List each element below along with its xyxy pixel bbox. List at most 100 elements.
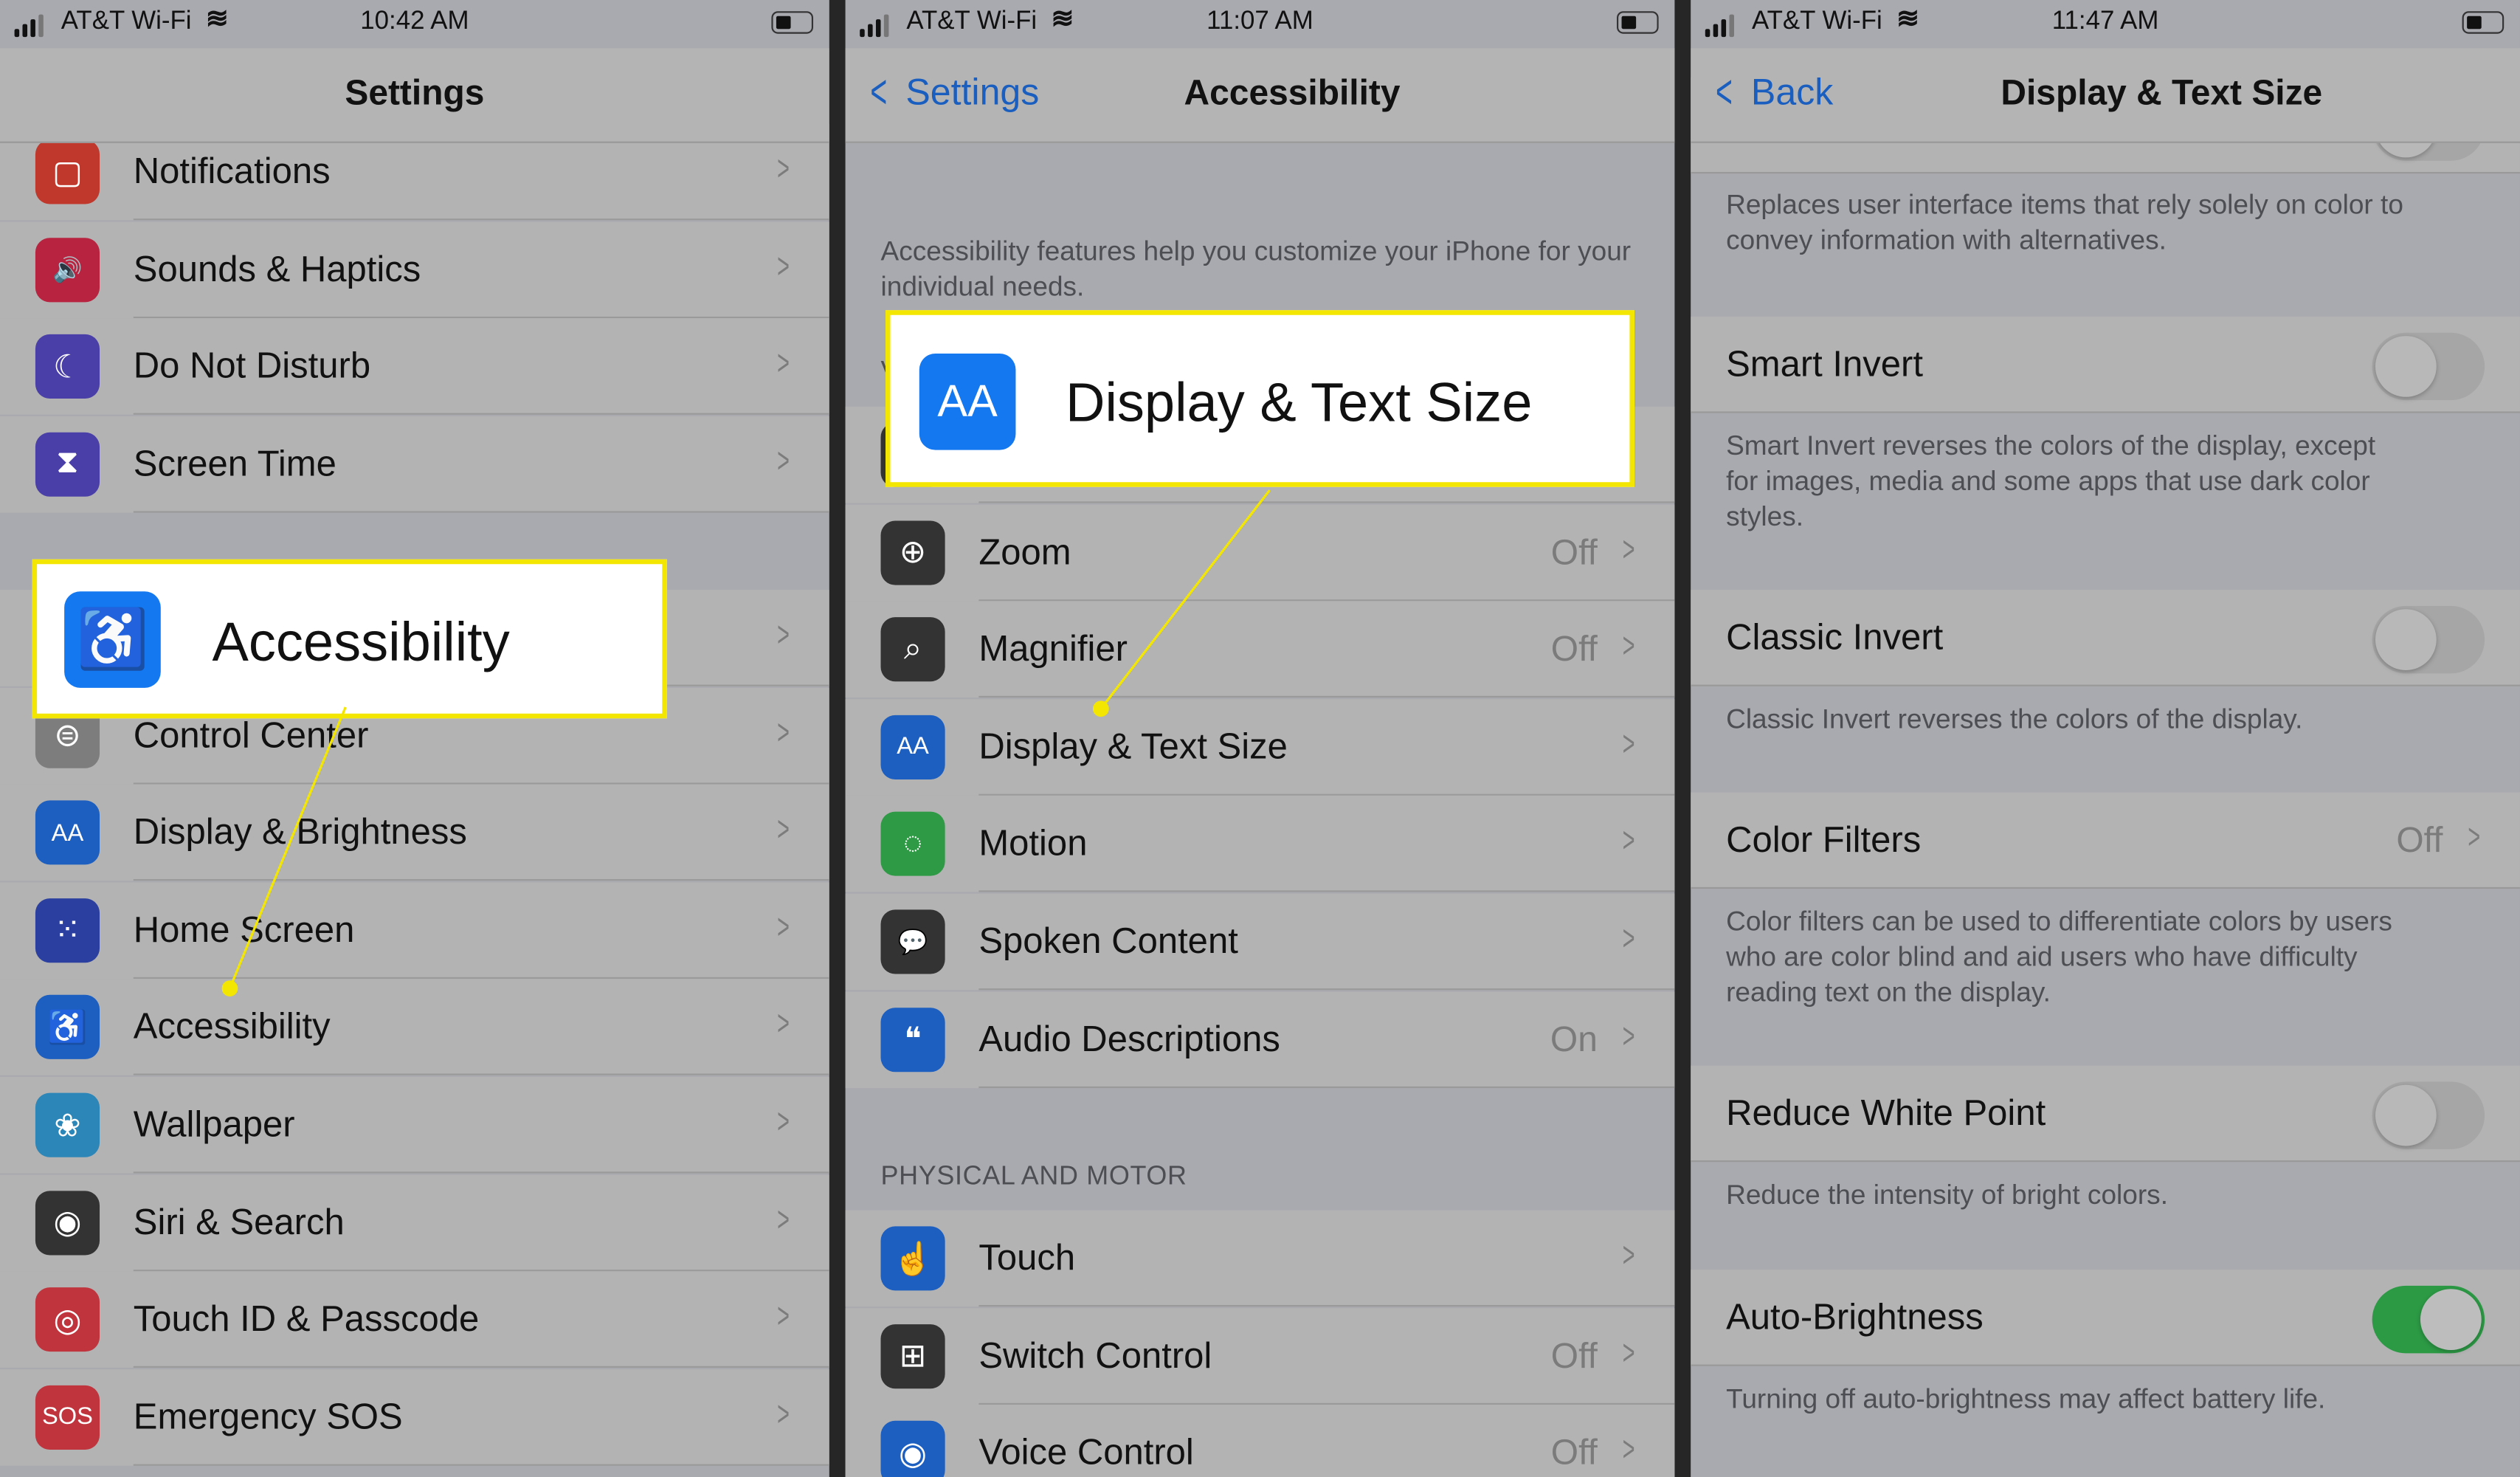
row-separator [1691, 1160, 2520, 1163]
accessibility-icon: ♿ [35, 995, 100, 1060]
chevron-right-icon: > [1623, 1015, 1635, 1056]
accessibility-row-switch-control[interactable]: ⊞ Switch Control Off > [845, 1307, 1675, 1405]
row-label: Zoom [978, 531, 1071, 572]
row-label: Audio Descriptions [978, 1018, 1280, 1059]
row-separator [1691, 1364, 2520, 1366]
settings-row-accessibility[interactable]: ♿ Accessibility > [0, 979, 829, 1076]
chevron-right-icon: > [1623, 528, 1635, 568]
row-label: Emergency SOS [133, 1396, 403, 1437]
sos-icon: SOS [35, 1385, 100, 1450]
row-label: Touch ID & Passcode [133, 1298, 480, 1340]
navigation-bar: < Back Display & Text Size [1691, 48, 2520, 143]
settings-row-do-not-disturb[interactable]: ☾ Do Not Disturb > [0, 318, 829, 416]
row-separator [978, 501, 1675, 503]
row-label: Do Not Disturb [133, 345, 371, 386]
row-label: Spoken Content [978, 920, 1238, 962]
display-text-size-screen: AT&T Wi-Fi︎≋ 11:47 AM Replaces user interf… [1691, 0, 2520, 1477]
row-separator [1691, 171, 2520, 174]
moon-icon: ☾ [35, 334, 100, 399]
settings-row-display-brightness[interactable]: AA Display & Brightness > [0, 784, 829, 881]
row-separator [978, 1305, 1675, 1307]
accessibility-row-zoom[interactable]: ⊕ Zoom Off > [845, 503, 1675, 601]
hand-pointer-icon: ☝ [880, 1226, 945, 1291]
toggle-switch[interactable] [2372, 605, 2485, 674]
navigation-bar: Settings [0, 48, 829, 143]
accessibility-row-spoken-content[interactable]: 💬 Spoken Content > [845, 893, 1675, 991]
hourglass-icon: ⧗ [35, 432, 100, 497]
row-separator [1691, 684, 2520, 686]
row-label: Motion [978, 823, 1088, 864]
settings-row-screen-time[interactable]: ⧗ Screen Time > [0, 416, 829, 513]
setting-row-classic-invert[interactable]: Classic Invert [1691, 590, 2520, 686]
row-separator [133, 879, 829, 881]
chevron-right-icon: > [1623, 723, 1635, 763]
voice-control-icon: ◉ [880, 1421, 945, 1477]
toggle-switch[interactable] [2372, 332, 2485, 401]
row-separator [978, 891, 1675, 893]
row-separator [978, 599, 1675, 601]
accessibility-row-voice-control[interactable]: ◉ Voice Control Off > [845, 1405, 1675, 1477]
footer-line: Replaces user interface items that rely … [1726, 189, 2403, 221]
row-footer: Smart Invert reverses the colors of the … [1726, 429, 2485, 535]
row-separator [133, 316, 829, 318]
magnifier-icon: ⌕ [880, 617, 945, 682]
row-value: Off [2396, 819, 2443, 860]
setting-row-smart-invert[interactable]: Smart Invert [1691, 316, 2520, 413]
section-header-physical-motor: PHYSICAL AND MOTOR [880, 1162, 1187, 1191]
setting-row-auto-brightness[interactable]: Auto-Brightness [1691, 1270, 2520, 1366]
row-footer: Turning off auto-brightness may affect b… [1726, 1383, 2485, 1418]
chevron-right-icon: > [777, 1198, 790, 1239]
accessibility-row-magnifier[interactable]: ⌕ Magnifier Off > [845, 601, 1675, 698]
chevron-right-icon: > [777, 906, 790, 947]
chevron-right-icon: > [1623, 1234, 1635, 1275]
row-footer: Replaces user interface items that rely … [1726, 188, 2485, 259]
row-footer: Color filters can be used to differentia… [1726, 905, 2485, 1011]
status-time: 10:42 AM [360, 7, 469, 35]
chevron-right-icon: > [2468, 816, 2481, 857]
row-separator [133, 977, 829, 979]
speaker-icon: 🔊 [35, 237, 100, 302]
text-size-icon: AA [880, 715, 945, 779]
toggle-switch[interactable] [2372, 1285, 2485, 1354]
chevron-right-icon: > [1623, 625, 1635, 666]
setting-row-reduce-white-point[interactable]: Reduce White Point [1691, 1065, 2520, 1163]
chevron-right-icon: > [777, 1295, 790, 1336]
chevron-right-icon: > [777, 613, 790, 655]
chevron-right-icon: > [1623, 1332, 1635, 1372]
callout-label: Display & Text Size [1065, 373, 1533, 434]
settings-row-emergency-sos[interactable]: SOS Emergency SOS > [0, 1368, 829, 1466]
callout-label: Accessibility [212, 612, 510, 674]
row-value: Off [1550, 628, 1598, 669]
chevron-right-icon: > [1623, 1429, 1635, 1470]
navigation-bar: < Settings Accessibility [845, 48, 1675, 143]
accessibility-row-display-text-size[interactable]: AA Display & Text Size > [845, 698, 1675, 796]
row-separator [978, 1402, 1675, 1405]
notifications-icon: ▢ [35, 140, 100, 204]
footer-line: who are color blind and aid users who ha… [1726, 941, 2358, 973]
setting-row-color-filters[interactable]: Color Filters Off > [1691, 792, 2520, 889]
accessibility-row-audio-descriptions[interactable]: ❝ Audio Descriptions On > [845, 991, 1675, 1088]
settings-row-siri-search[interactable]: ◉ Siri & Search > [0, 1174, 829, 1271]
settings-row-wallpaper[interactable]: ❀ Wallpaper > [0, 1076, 829, 1174]
settings-row-sounds-haptics[interactable]: 🔊 Sounds & Haptics > [0, 221, 829, 318]
row-separator [978, 793, 1675, 796]
row-label: Screen Time [133, 443, 336, 483]
motion-icon: ◌ [880, 812, 945, 877]
row-footer: Reduce the intensity of bright colors. [1726, 1178, 2485, 1213]
toggle-switch[interactable] [2372, 1081, 2485, 1149]
row-separator [133, 1464, 829, 1466]
footer-line: convey information with alternatives. [1726, 224, 2167, 256]
settings-row-home-screen[interactable]: ⁙ Home Screen > [0, 881, 829, 979]
accessibility-callout: ♿ Accessibility [32, 559, 667, 719]
speech-bubble-icon: 💬 [880, 909, 945, 974]
footer-line: styles. [1726, 501, 1804, 532]
footer-line: Reduce the intensity of bright colors. [1726, 1180, 2168, 1211]
row-separator [133, 218, 829, 221]
accessibility-row-touch[interactable]: ☝ Touch > [845, 1210, 1675, 1307]
chevron-right-icon: > [1623, 820, 1635, 861]
accessibility-row-motion[interactable]: ◌ Motion > [845, 796, 1675, 893]
fingerprint-icon: ◎ [35, 1287, 100, 1352]
settings-row-touch-id-passcode[interactable]: ◎ Touch ID & Passcode > [0, 1271, 829, 1368]
footer-line: Smart Invert reverses the colors of the … [1726, 430, 2376, 461]
chevron-left-icon: < [1715, 65, 1733, 119]
